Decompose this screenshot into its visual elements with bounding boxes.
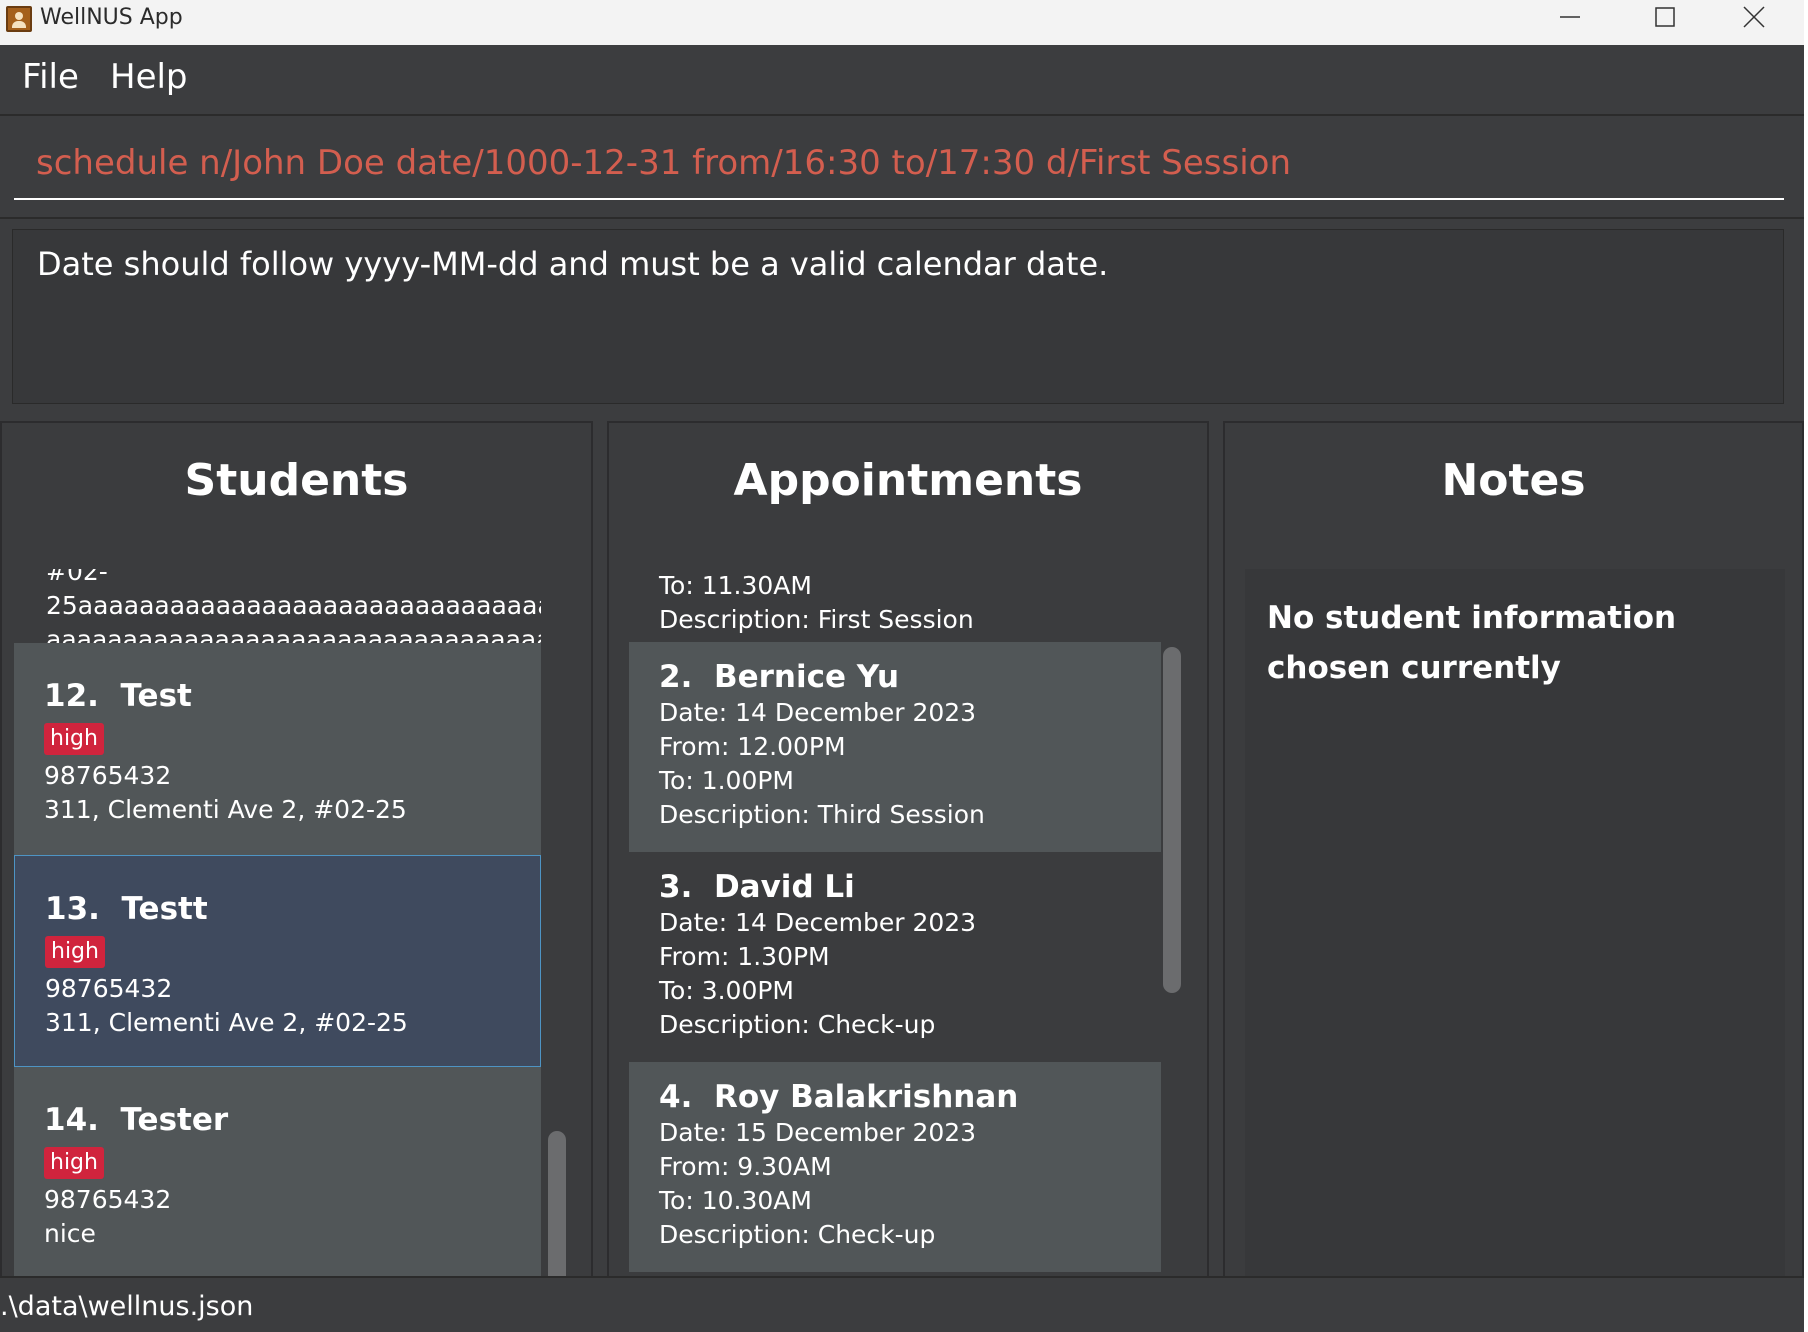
appointment-date: Date: 14 December 2023 [659,698,977,727]
appointment-to: To: 3.00PM [659,976,794,1005]
student-name: 13. Testt [45,891,208,927]
student-list[interactable]: #02-25aaaaaaaaaaaaaaaaaaaaaaaaaaaaaaa aa… [14,569,541,1291]
minimize-icon [1560,16,1580,18]
students-title: Students [184,455,409,506]
students-panel: Students #02-25aaaaaaaaaaaaaaaaaaaaaaaaa… [0,421,593,1321]
notes-panel: Notes No student information chosen curr… [1223,421,1804,1321]
priority-tag: high [44,723,104,755]
menu-help[interactable]: Help [110,55,188,99]
student-name: 12. Test [44,678,192,714]
student-address-line: #02-25aaaaaaaaaaaaaaaaaaaaaaaaaaaaaaa [46,569,541,620]
command-area [0,118,1804,219]
menu-bar: File Help [0,45,1804,116]
close-button[interactable] [1714,0,1794,36]
student-phone: 98765432 [44,761,172,790]
appointment-card-partial[interactable]: To: 11.30AM Description: First Session [629,569,1161,642]
title-bar: WellNUS App [0,0,1808,45]
minimize-button[interactable] [1535,0,1615,36]
appointment-list[interactable]: To: 11.30AM Description: First Session 2… [629,569,1161,1291]
window-title: WellNUS App [40,5,183,30]
appointment-from: From: 12.00PM [659,732,846,761]
student-address: 311, Clementi Ave 2, #02-25 [45,1008,408,1037]
appointment-description: Description: Third Session [659,800,985,829]
appointment-description: Description: Check-up [659,1220,936,1249]
result-area: Date should follow yyyy-MM-dd and must b… [0,221,1804,411]
close-icon [1743,6,1765,28]
appointments-title: Appointments [733,455,1083,506]
appointment-student-name: 4. Roy Balakrishnan [659,1079,1019,1115]
main-window: File Help Date should follow yyyy-MM-dd … [0,45,1804,1332]
appointments-panel: Appointments To: 11.30AM Description: Fi… [607,421,1209,1321]
result-message: Date should follow yyyy-MM-dd and must b… [37,245,1109,283]
appointment-card[interactable]: 3. David Li Date: 14 December 2023 From:… [629,852,1161,1062]
data-file-path: .\data\wellnus.json [0,1291,254,1322]
student-phone: 98765432 [45,974,173,1003]
student-phone: 98765432 [44,1185,172,1214]
maximize-icon [1655,7,1675,27]
appointment-description: Description: First Session [659,605,974,634]
student-address: nice [44,1219,96,1248]
student-list-scrollbar[interactable] [548,1131,566,1295]
appointment-student-name: 3. David Li [659,869,855,905]
appointment-to: To: 10.30AM [659,1186,812,1215]
student-card[interactable]: 14. Tester high 98765432 nice [14,1067,541,1279]
student-card-partial[interactable]: #02-25aaaaaaaaaaaaaaaaaaaaaaaaaaaaaaa aa… [14,569,541,688]
appointment-to: To: 11.30AM [659,571,812,600]
appointment-description: Description: Check-up [659,1010,936,1039]
appointment-list-scrollbar[interactable] [1163,647,1181,993]
window-edge [1804,0,1808,1332]
appointment-date: Date: 15 December 2023 [659,1118,977,1147]
app-contact-icon [6,6,32,32]
appointment-from: From: 9.30AM [659,1152,832,1181]
student-name: 14. Tester [44,1102,229,1138]
appointment-card[interactable]: 2. Bernice Yu Date: 14 December 2023 Fro… [629,642,1161,852]
menu-file[interactable]: File [22,55,79,99]
appointment-to: To: 1.00PM [659,766,794,795]
notes-display: No student information chosen currently [1245,569,1785,1291]
notes-title: Notes [1441,455,1586,506]
appointment-card[interactable]: 4. Roy Balakrishnan Date: 15 December 20… [629,1062,1161,1272]
priority-tag: high [45,936,105,968]
student-address: 311, Clementi Ave 2, #02-25 [44,795,407,824]
maximize-button[interactable] [1622,0,1702,36]
appointment-date: Date: 14 December 2023 [659,908,977,937]
student-card-selected[interactable]: 13. Testt high 98765432 311, Clementi Av… [14,855,541,1067]
status-bar: .\data\wellnus.json [0,1276,1804,1332]
appointment-student-name: 2. Bernice Yu [659,659,900,695]
notes-message: No student information chosen currently [1267,600,1677,686]
command-input[interactable] [14,128,1784,200]
appointment-from: From: 1.30PM [659,942,830,971]
result-display: Date should follow yyyy-MM-dd and must b… [12,229,1784,404]
priority-tag: high [44,1147,104,1179]
student-card[interactable]: 12. Test high 98765432 311, Clementi Ave… [14,643,541,855]
